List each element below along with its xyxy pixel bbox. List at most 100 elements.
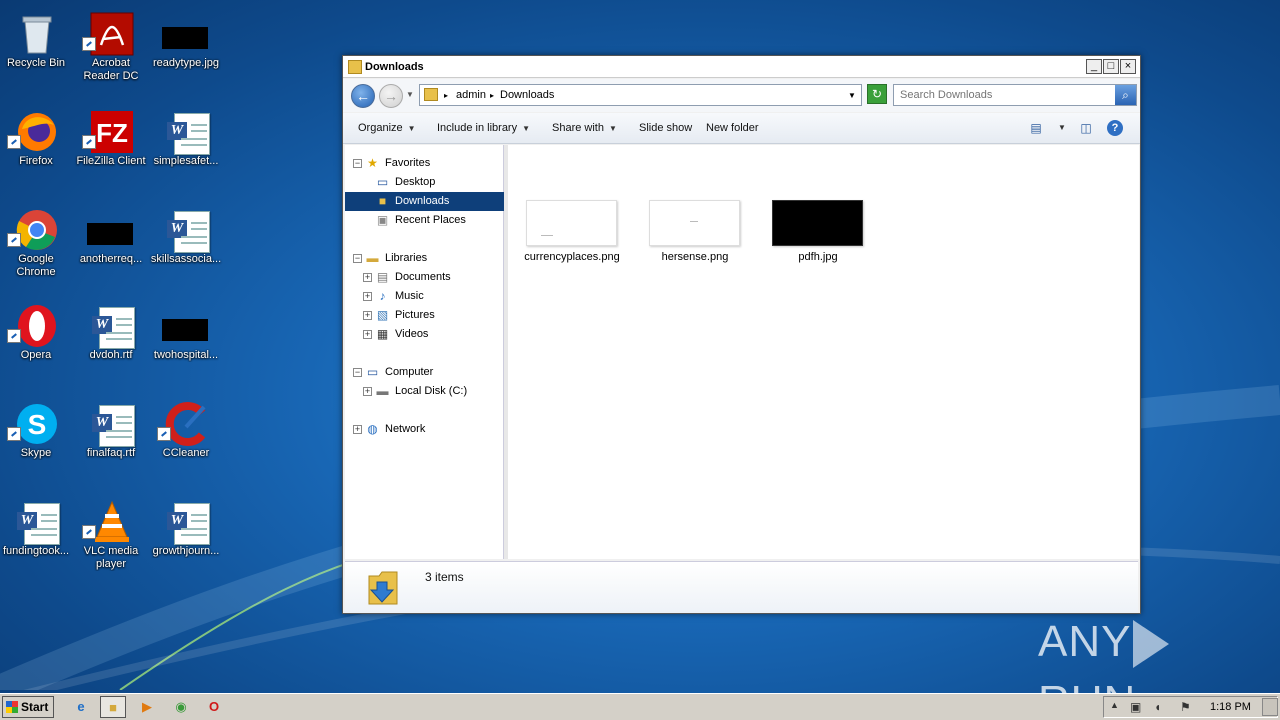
expand-icon[interactable]: + — [353, 425, 362, 434]
image-thumbnail — [772, 200, 863, 246]
nav-network[interactable]: + ◍ Network — [345, 420, 504, 439]
crumb-separator[interactable]: ▸ — [444, 91, 448, 100]
desktop-icon-item[interactable]: Wfinalfaq.rtf — [70, 395, 152, 485]
internet-explorer-icon[interactable]: e — [68, 696, 94, 718]
start-button[interactable]: Start — [2, 696, 54, 718]
show-desktop-button[interactable] — [1262, 698, 1278, 716]
crumb-separator[interactable]: ▸ — [490, 91, 494, 100]
nav-favorites[interactable]: − ★ Favorites — [345, 154, 504, 173]
nav-label: Videos — [395, 328, 429, 340]
maximize-button[interactable]: □ — [1103, 59, 1119, 74]
recycle-bin-icon — [22, 16, 52, 54]
image-file-icon — [87, 223, 133, 245]
address-row: ← → ▼ ▸ admin ▸ Downloads ▼ ↻ ⌕ — [343, 79, 1140, 112]
desktop-icon-item[interactable]: twohospital... — [145, 297, 227, 387]
anyrun-watermark: ANYRUN — [1038, 612, 1238, 720]
address-dropdown-icon[interactable]: ▼ — [848, 91, 856, 100]
close-button[interactable]: × — [1120, 59, 1136, 74]
nav-music[interactable]: + ♪ Music — [345, 287, 504, 306]
title-bar[interactable]: Downloads _ □ × — [343, 56, 1140, 78]
desktop-icon-item[interactable]: CCleaner — [145, 395, 227, 485]
desktop-icon-item[interactable]: Firefox — [0, 103, 77, 193]
hard-disk-icon: ▬ — [376, 384, 389, 398]
nav-libraries[interactable]: − ▬ Libraries — [345, 249, 504, 268]
desktop-icon-item[interactable]: FZ FileZilla Client — [70, 103, 152, 193]
folder-icon — [348, 60, 362, 74]
search-input[interactable] — [894, 85, 1114, 105]
search-icon[interactable]: ⌕ — [1115, 85, 1136, 105]
breadcrumb-downloads[interactable]: Downloads — [500, 89, 554, 101]
desktop-icon-label: Firefox — [19, 155, 53, 167]
forward-button[interactable]: → — [379, 84, 403, 108]
svg-text:S: S — [28, 409, 47, 440]
file-item[interactable]: hersense.png — [631, 145, 741, 263]
expand-icon[interactable]: + — [363, 387, 372, 396]
help-icon[interactable]: ? — [1107, 120, 1123, 136]
nav-label: Downloads — [395, 195, 450, 207]
desktop-icon-item[interactable]: Wdvdoh.rtf — [70, 297, 152, 387]
desktop-icon-item[interactable]: S Skype — [0, 395, 77, 485]
minimize-button[interactable]: _ — [1086, 59, 1102, 74]
address-bar[interactable]: ▸ admin ▸ Downloads ▼ — [419, 84, 862, 106]
desktop-icon-item[interactable]: Wfundingtook... — [0, 493, 77, 583]
desktop-icon-label: growthjourn... — [152, 545, 220, 557]
expand-icon[interactable]: + — [363, 311, 372, 320]
desktop-icon-item[interactable]: readytype.jpg — [145, 5, 227, 95]
desktop-icon-item[interactable]: Recycle Bin — [0, 5, 77, 95]
nav-desktop[interactable]: ▭ Desktop — [345, 173, 504, 192]
nav-label: Favorites — [385, 157, 431, 169]
view-dropdown-icon[interactable]: ▼ — [1054, 120, 1070, 136]
volume-icon[interactable]: ◖ — [1154, 700, 1161, 714]
chevron-down-icon: ▼ — [522, 124, 531, 133]
collapse-icon[interactable]: − — [353, 159, 362, 168]
back-button[interactable]: ← — [351, 84, 375, 108]
clock[interactable]: 1:18 PM — [1210, 701, 1251, 713]
nav-pictures[interactable]: + ▧ Pictures — [345, 306, 504, 325]
desktop-icon-label: FileZilla Client — [76, 155, 146, 167]
desktop-icon-item[interactable]: VLC media player — [70, 493, 152, 583]
desktop-icon-item[interactable]: Wsimplesafet... — [145, 103, 227, 193]
share-with-button[interactable]: Share with ▼ — [552, 122, 617, 134]
new-folder-button[interactable]: New folder — [706, 122, 759, 134]
media-player-icon[interactable]: ▶ — [134, 696, 160, 718]
nav-documents[interactable]: + ▤ Documents — [345, 268, 504, 287]
desktop-icon-item[interactable]: Wgrowthjourn... — [145, 493, 227, 583]
recent-places-icon: ▣ — [376, 213, 389, 227]
desktop-icon-item[interactable]: anotherreq... — [70, 201, 152, 291]
nav-videos[interactable]: + ▦ Videos — [345, 325, 504, 344]
collapse-icon[interactable]: − — [353, 368, 362, 377]
expand-icon[interactable]: + — [363, 292, 372, 301]
slide-show-button[interactable]: Slide show — [639, 122, 692, 134]
collapse-icon[interactable]: − — [353, 254, 362, 263]
file-list: currencyplaces.png hersense.png pdfh.jpg — [508, 145, 1139, 559]
windows-explorer-icon[interactable]: ■ — [100, 696, 126, 718]
breadcrumb-admin[interactable]: admin — [456, 89, 486, 101]
file-item[interactable]: pdfh.jpg — [754, 145, 864, 263]
nav-downloads[interactable]: ■ Downloads — [345, 192, 504, 211]
desktop-icon-item[interactable]: Acrobat Reader DC — [70, 5, 152, 95]
show-hidden-icons-icon[interactable]: ▲ — [1110, 700, 1119, 710]
desktop-icon-item[interactable]: Wskillsassocia... — [145, 201, 227, 291]
nav-local-disk[interactable]: + ▬ Local Disk (C:) — [345, 382, 504, 401]
change-view-icon[interactable]: ▤ — [1028, 120, 1044, 136]
expand-icon[interactable]: + — [363, 273, 372, 282]
action-center-flag-icon[interactable]: ⚑ — [1180, 700, 1191, 714]
network-tray-icon[interactable]: ▣ — [1130, 700, 1141, 714]
expand-icon[interactable]: + — [363, 330, 372, 339]
desktop-icon-item[interactable]: Opera — [0, 297, 77, 387]
desktop-icon-item[interactable]: Google Chrome — [0, 201, 77, 291]
word-document-icon: W — [89, 303, 135, 349]
explorer-window: Downloads _ □ × ← → ▼ ▸ admin ▸ Download… — [342, 55, 1141, 614]
refresh-icon[interactable]: ↻ — [867, 84, 887, 104]
computer-icon: ▭ — [366, 365, 379, 379]
preview-pane-icon[interactable]: ◫ — [1078, 120, 1094, 136]
history-dropdown-icon[interactable]: ▼ — [406, 90, 414, 99]
opera-icon[interactable]: O — [201, 696, 227, 718]
include-in-library-button[interactable]: Include in library ▼ — [437, 122, 530, 134]
file-item[interactable]: currencyplaces.png — [508, 145, 620, 263]
chrome-icon[interactable]: ◉ — [168, 696, 194, 718]
nav-computer[interactable]: − ▭ Computer — [345, 363, 504, 382]
desktop-icon-label: Google Chrome — [16, 253, 56, 278]
nav-recent-places[interactable]: ▣ Recent Places — [345, 211, 504, 230]
organize-button[interactable]: Organize ▼ — [358, 122, 416, 134]
